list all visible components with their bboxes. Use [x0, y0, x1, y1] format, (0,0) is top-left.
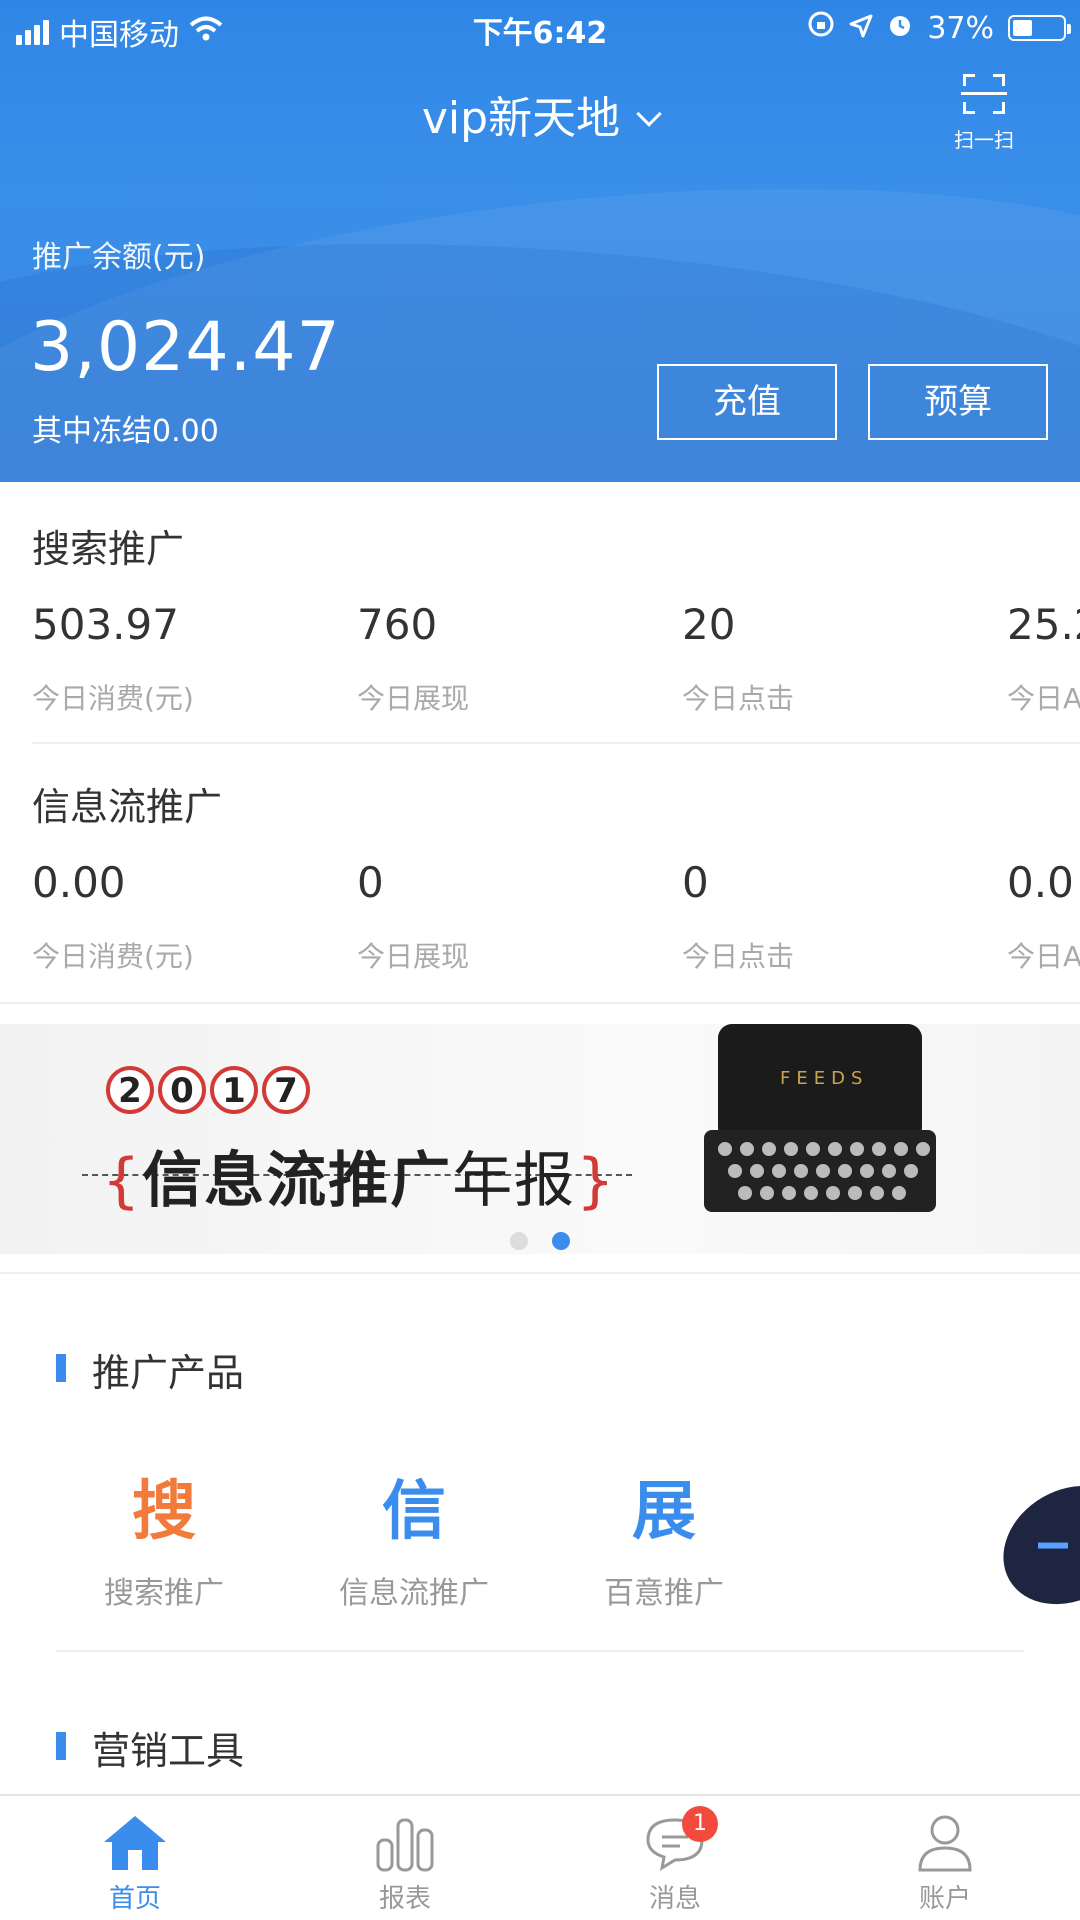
year-digit: 7 — [262, 1066, 310, 1114]
stat-clicks: 20 今日点击 — [682, 600, 1002, 717]
banner-year: 2 0 1 7 — [106, 1066, 310, 1114]
product-icon-display: 展 — [632, 1475, 696, 1549]
year-digit: 2 — [106, 1066, 154, 1114]
scan-icon — [961, 74, 1007, 114]
product-feed[interactable]: 信 信息流推广 — [314, 1460, 514, 1612]
chevron-down-icon — [636, 101, 662, 127]
stat-value: 760 — [357, 600, 438, 649]
stat-spend: 0.00 今日消费(元) — [32, 858, 352, 975]
feed-promo-title: 信息流推广 — [32, 785, 223, 829]
stat-fourth: 25.2 今日A — [1007, 600, 1080, 717]
account-switcher[interactable]: vip新天地 — [0, 82, 1080, 146]
year-digit: 1 — [210, 1066, 258, 1114]
product-search[interactable]: 搜 搜索推广 — [64, 1460, 264, 1612]
tab-label: 报表 — [378, 1884, 431, 1914]
divider — [0, 1272, 1080, 1274]
typewriter-image: FEEDS — [700, 1024, 940, 1224]
stat-clicks: 0 今日点击 — [682, 858, 1002, 975]
stat-label: 今日A — [1007, 940, 1080, 973]
banner-title: {信息流推广年报} — [102, 1146, 617, 1216]
stat-value: 25.2 — [1007, 600, 1080, 649]
balance-label: 推广余额(元) — [32, 240, 206, 275]
section-marker — [56, 1354, 66, 1382]
stat-label: 今日消费(元) — [32, 682, 194, 715]
stat-label: 今日A — [1007, 682, 1080, 715]
products-title: 推广产品 — [92, 1351, 245, 1395]
stat-value: 0 — [682, 858, 709, 907]
banner-pagination[interactable] — [0, 1232, 1080, 1250]
chat-icon: 1 — [640, 1806, 718, 1874]
tab-messages[interactable]: 1 消息 — [540, 1796, 810, 1920]
tab-label: 消息 — [648, 1884, 701, 1914]
stat-value: 0 — [357, 858, 384, 907]
bar-chart-icon — [370, 1810, 440, 1874]
account-name: vip新天地 — [421, 93, 621, 144]
stat-label: 今日点击 — [682, 682, 795, 715]
product-icon-search: 搜 — [132, 1475, 196, 1549]
stat-label: 今日消费(元) — [32, 940, 194, 973]
stat-value: 0.0 — [1007, 858, 1074, 907]
stat-value: 503.97 — [32, 600, 179, 649]
battery-icon — [1008, 15, 1071, 41]
stat-impressions: 0 今日展现 — [357, 858, 677, 975]
tab-account[interactable]: 账户 — [810, 1796, 1080, 1920]
stat-spend: 503.97 今日消费(元) — [32, 600, 352, 717]
year-digit: 0 — [158, 1066, 206, 1114]
page-dot-active[interactable] — [552, 1232, 570, 1250]
scan-label: 扫一扫 — [954, 128, 1014, 152]
tab-bar: 首页 报表 1 消息 账户 — [0, 1794, 1080, 1920]
assistant-robot-icon[interactable] — [981, 1462, 1080, 1628]
product-display[interactable]: 展 百意推广 — [564, 1460, 764, 1612]
user-icon — [910, 1810, 980, 1874]
status-bar: 中国移动 下午6:42 37% — [0, 0, 1080, 56]
balance-value: 3,024.47 — [30, 308, 341, 387]
alarm-icon — [887, 11, 913, 46]
typewriter-label: FEEDS — [780, 1068, 869, 1089]
stat-value: 20 — [682, 600, 736, 649]
stat-label: 今日展现 — [357, 682, 470, 715]
recharge-button[interactable]: 充值 — [657, 364, 837, 440]
stat-label: 今日点击 — [682, 940, 795, 973]
tab-label: 账户 — [918, 1884, 971, 1914]
stat-label: 今日展现 — [357, 940, 470, 973]
promo-banner[interactable]: 2 0 1 7 {信息流推广年报} FEEDS — [0, 1024, 1080, 1254]
battery-percent: 37% — [927, 10, 994, 46]
tab-reports[interactable]: 报表 — [270, 1796, 540, 1920]
message-badge: 1 — [682, 1806, 718, 1842]
stat-value: 0.00 — [32, 858, 126, 907]
product-label: 搜索推广 — [104, 1576, 224, 1611]
section-marker — [56, 1732, 66, 1760]
stat-fourth: 0.0 今日A — [1007, 858, 1080, 975]
scan-button[interactable]: 扫一扫 — [954, 74, 1014, 153]
divider — [0, 1002, 1080, 1004]
tools-title: 营销工具 — [92, 1729, 245, 1773]
divider — [56, 1650, 1024, 1652]
header: 中国移动 下午6:42 37% vip新天地 扫一扫 推广余额(元) 3,024… — [0, 0, 1080, 482]
search-promo-title: 搜索推广 — [32, 527, 185, 571]
product-label: 百意推广 — [604, 1576, 724, 1611]
stat-impressions: 760 今日展现 — [357, 600, 677, 717]
frozen-amount: 其中冻结0.00 — [32, 414, 219, 449]
page-dot[interactable] — [510, 1232, 528, 1250]
product-label: 信息流推广 — [339, 1576, 489, 1611]
product-icon-feed: 信 — [382, 1475, 446, 1549]
feed-promo-section[interactable]: 信息流推广 0.00 今日消费(元) 0 今日展现 0 今日点击 0.0 今日A — [0, 744, 1080, 1004]
tab-label: 首页 — [108, 1884, 161, 1914]
search-promo-section[interactable]: 搜索推广 503.97 今日消费(元) 760 今日展现 20 今日点击 25.… — [0, 482, 1080, 744]
budget-button[interactable]: 预算 — [868, 364, 1048, 440]
home-icon — [100, 1810, 170, 1874]
rotation-lock-icon — [807, 10, 835, 46]
tab-home[interactable]: 首页 — [0, 1796, 270, 1920]
location-icon — [849, 11, 873, 46]
